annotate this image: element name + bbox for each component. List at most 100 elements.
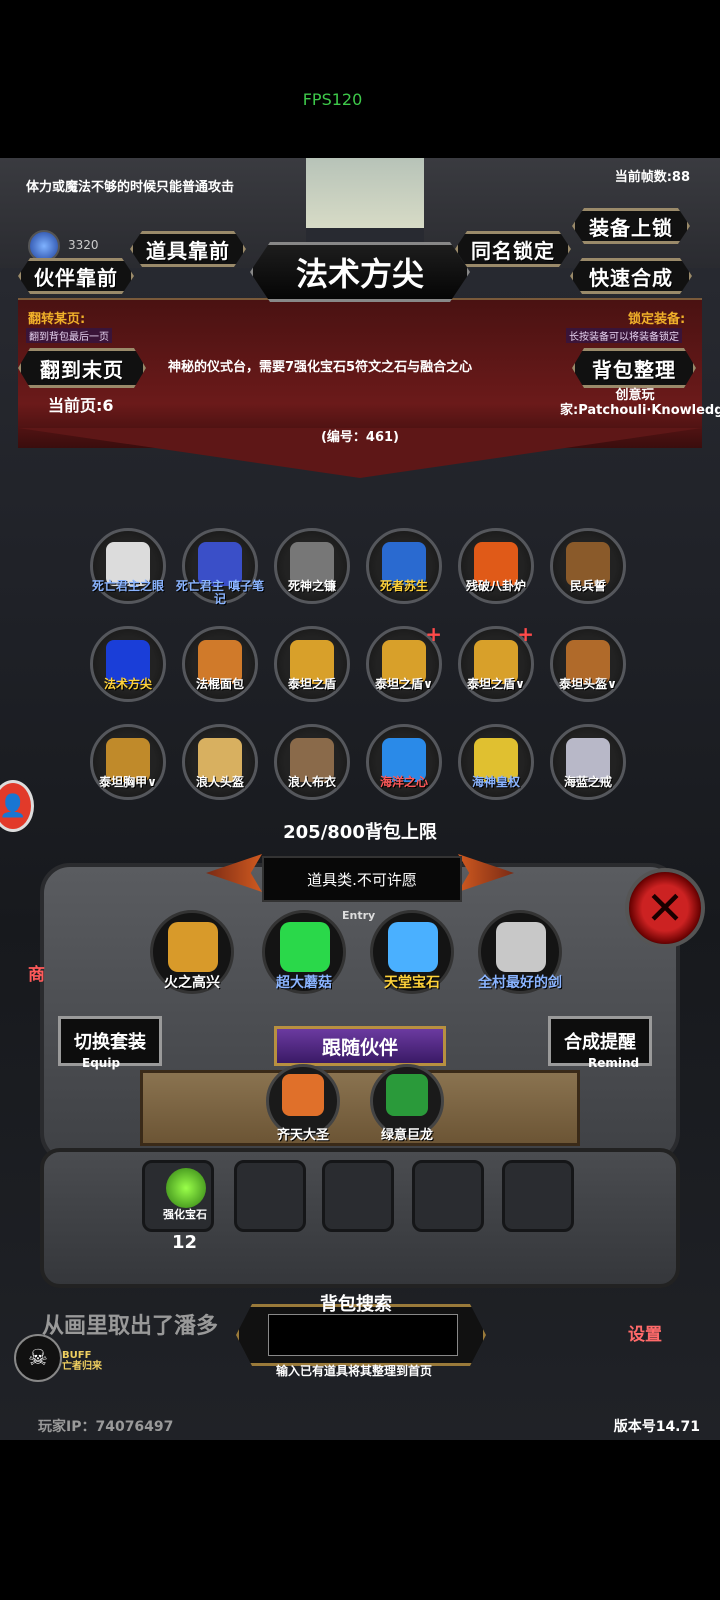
slot-item-count: 12 (172, 1232, 198, 1253)
buff-sub: 亡者归来 (62, 1361, 102, 1372)
item-name: 海洋之心 (379, 775, 428, 789)
item-name: 法术方尖 (103, 677, 152, 691)
featured-icon (496, 922, 546, 972)
player-ip: 玩家IP：74076497 (38, 1419, 174, 1435)
item-front-button[interactable]: 道具靠前 (130, 231, 246, 267)
item-name: 泰坦之盾∨ (467, 677, 525, 691)
item-name: 死亡君主 嗔子笔记 (175, 579, 265, 606)
inventory-item[interactable]: 海神皇权 (456, 724, 536, 814)
item-name: 法棍面包 (195, 677, 244, 691)
inventory-item[interactable]: 死亡君主之眼 (88, 528, 168, 618)
item-name: 民兵誓 (569, 579, 606, 593)
inventory-item[interactable]: 民兵誓 (548, 528, 628, 618)
search-input[interactable] (268, 1314, 458, 1356)
currency-value: 3320 (68, 238, 99, 252)
inventory-item[interactable]: 泰坦胸甲∨ (88, 724, 168, 814)
search-label: 背包搜索 (320, 1294, 392, 1315)
close-button[interactable]: ✕ (625, 868, 705, 948)
frame-count: 当前帧数:88 (614, 170, 690, 185)
current-page: 当前页:6 (48, 396, 114, 415)
buff-label: BUFF 亡者归来 (62, 1350, 102, 1372)
item-name: 泰坦胸甲∨ (99, 775, 157, 789)
companion-item[interactable]: 齐天大圣 (266, 1064, 346, 1144)
fps-indicator: FPS120 (302, 90, 363, 109)
featured-name: 火之高兴 (164, 975, 220, 991)
shop-button[interactable]: 商 (28, 960, 45, 985)
featured-item[interactable]: 全村最好的剑 (478, 910, 568, 1000)
page-title: 法术方尖 (250, 242, 470, 302)
featured-item[interactable]: 火之高兴 (150, 910, 240, 1000)
same-name-lock-button[interactable]: 同名锁定 (455, 231, 571, 267)
item-description: 神秘的仪式台，需要7强化宝石5符文之石与融合之心 (168, 360, 473, 375)
featured-name: 全村最好的剑 (478, 975, 562, 991)
inventory-item[interactable]: 海蓝之戒 (548, 724, 628, 814)
featured-icon (168, 922, 218, 972)
inventory-item[interactable]: 死者苏生 (364, 528, 444, 618)
flip-label: 翻转某页: (28, 312, 86, 327)
item-name: 死者苏生 (379, 579, 428, 593)
companion-icon (386, 1074, 428, 1116)
gem-stone-icon (166, 1168, 206, 1208)
game-screen: 体力或魔法不够的时候只能普通攻击 当前帧数:88 3320 道具靠前 同名锁定 … (0, 158, 720, 1440)
slot-4[interactable] (412, 1160, 484, 1232)
item-name: 海神皇权 (471, 775, 520, 789)
merge-remind-sub: Remind (588, 1056, 640, 1070)
scroll-message: 从画里取出了潘多 (42, 1314, 219, 1339)
inventory-item[interactable]: 浪人布衣 (272, 724, 352, 814)
inventory-item[interactable]: 泰坦之盾∨ + (456, 622, 536, 716)
lock-label: 锁定装备: (628, 312, 686, 327)
companion-icon (282, 1074, 324, 1116)
equip-lock-button[interactable]: 装备上锁 (572, 208, 690, 244)
flip-sub: 翻到背包最后一页 (26, 328, 112, 343)
item-name: 残破八卦炉 (465, 579, 526, 593)
inventory-item[interactable]: 海洋之心 (364, 724, 444, 814)
skull-icon[interactable]: ☠ (14, 1334, 62, 1382)
bag-capacity: 205/800背包上限 (283, 822, 437, 843)
featured-name: 超大蘑菇 (276, 975, 332, 991)
quick-merge-button[interactable]: 快速合成 (570, 258, 692, 294)
slot-item-name: 强化宝石 (163, 1208, 207, 1221)
item-name: 浪人头盔 (195, 775, 244, 789)
companion-front-button[interactable]: 伙伴靠前 (18, 258, 134, 294)
slot-3[interactable] (322, 1160, 394, 1232)
item-name: 海蓝之戒 (563, 775, 612, 789)
inventory-item[interactable]: 残破八卦炉 (456, 528, 536, 618)
inventory-item[interactable]: 法术方尖 (88, 626, 168, 716)
settings-button[interactable]: 设置 (628, 1320, 662, 1345)
companion-name: 齐天大圣 (276, 1128, 329, 1143)
featured-name: 天堂宝石 (384, 975, 440, 991)
version-number: 版本号14.71 (613, 1419, 700, 1435)
item-name: 死神之镰 (287, 579, 336, 593)
sort-bag-button[interactable]: 背包整理 (572, 348, 696, 388)
featured-item[interactable]: 天堂宝石 (370, 910, 460, 1000)
slot-2[interactable] (234, 1160, 306, 1232)
companion-item[interactable]: 绿意巨龙 (370, 1064, 450, 1144)
follow-companion-title: 跟随伙伴 (274, 1026, 446, 1066)
upgrade-plus-icon: + (517, 622, 534, 646)
item-id: (编号：461) (320, 430, 400, 445)
creator-credit: 创意玩家:Patchouli·Knowledge (560, 388, 720, 418)
item-name: 泰坦之盾∨ (375, 677, 433, 691)
inventory-item[interactable]: 死亡君主 嗔子笔记 (176, 528, 264, 618)
inventory-item[interactable]: 浪人头盔 (180, 724, 260, 814)
companion-name: 绿意巨龙 (380, 1128, 433, 1143)
hint-text: 体力或魔法不够的时候只能普通攻击 (26, 180, 235, 195)
switch-outfit-sub: Equip (82, 1056, 121, 1070)
item-name: 死亡君主之眼 (91, 579, 164, 593)
buff-title: BUFF (62, 1350, 92, 1361)
sky-gap (306, 158, 424, 228)
featured-item[interactable]: 超大蘑菇 (262, 910, 352, 1000)
item-name: 浪人布衣 (287, 775, 336, 789)
featured-icon (280, 922, 330, 972)
inventory-item[interactable]: 泰坦之盾∨ + (364, 622, 444, 716)
search-hint: 输入已有道具将其整理到首页 (276, 1364, 433, 1378)
inventory-item[interactable]: 泰坦头盔∨ (548, 626, 628, 716)
inventory-item[interactable]: 死神之镰 (272, 528, 352, 618)
last-page-button[interactable]: 翻到末页 (18, 348, 146, 388)
item-name: 泰坦之盾 (287, 677, 336, 691)
close-icon: ✕ (645, 881, 685, 935)
item-name: 泰坦头盔∨ (559, 677, 617, 691)
inventory-item[interactable]: 泰坦之盾 (272, 626, 352, 716)
inventory-item[interactable]: 法棍面包 (180, 626, 260, 716)
slot-5[interactable] (502, 1160, 574, 1232)
